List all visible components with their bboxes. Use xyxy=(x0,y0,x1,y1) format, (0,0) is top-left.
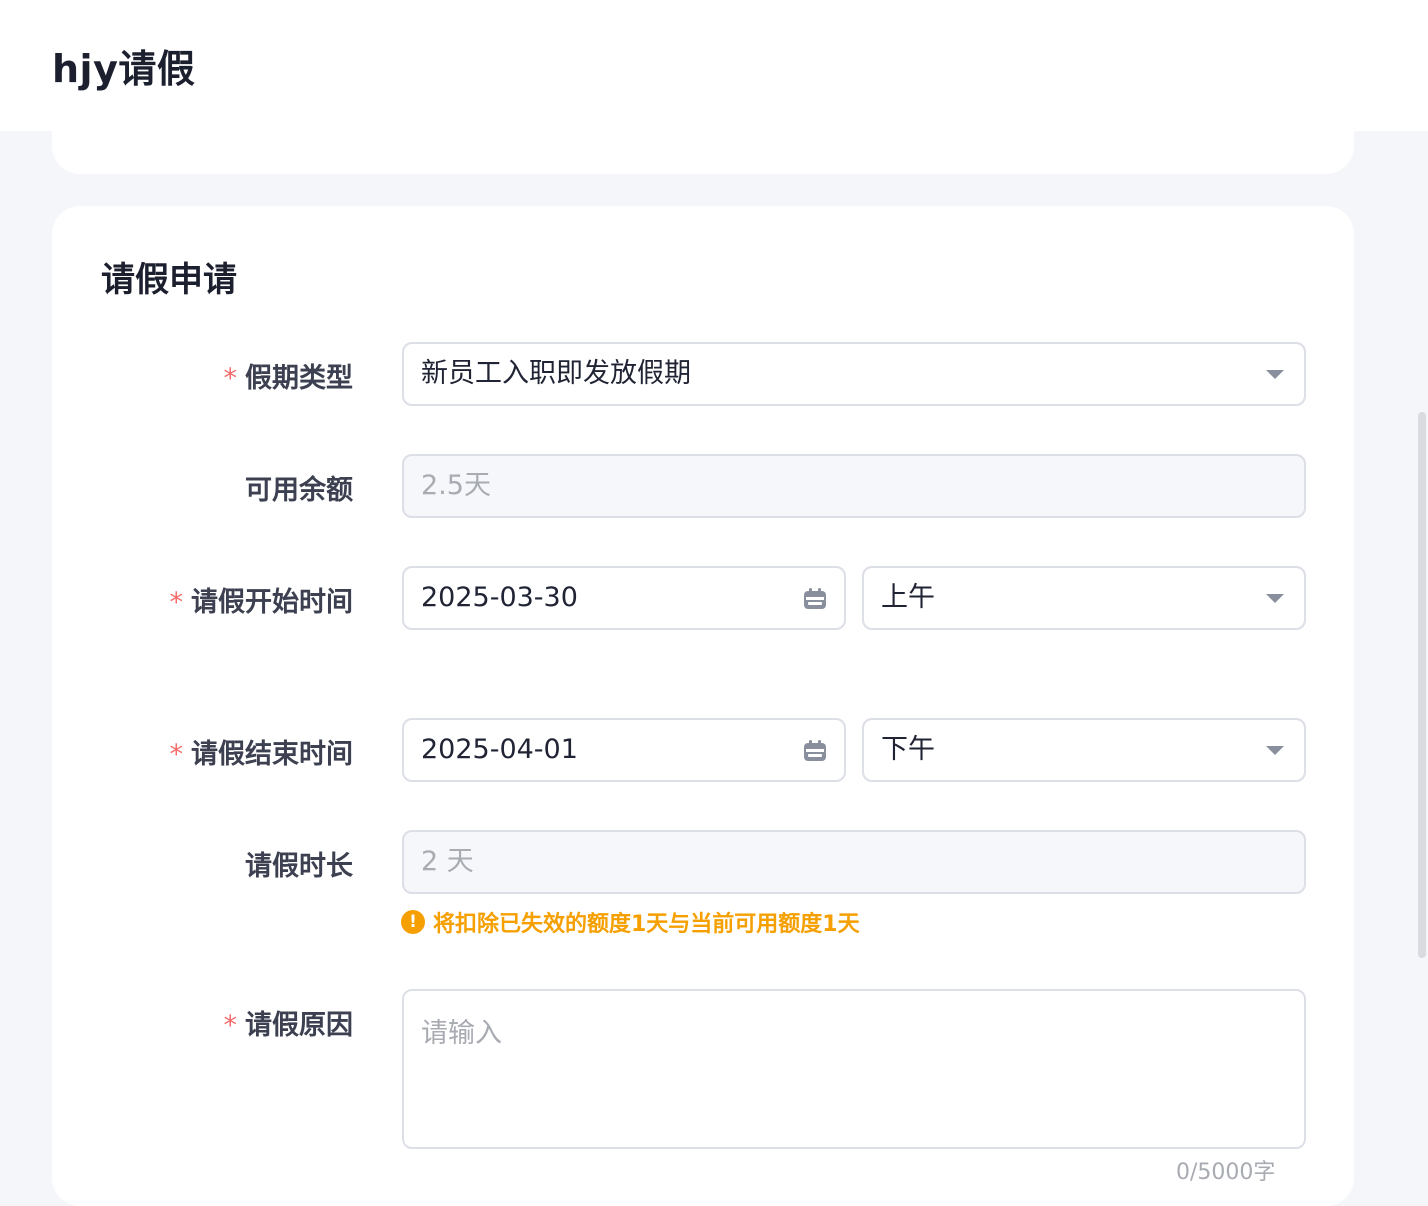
top-card xyxy=(52,100,1354,174)
start-period-select[interactable]: 上午 xyxy=(862,566,1306,630)
form-title: 请假申请 xyxy=(101,260,237,300)
reason-textarea[interactable]: 请输入 xyxy=(402,989,1306,1149)
calendar-icon xyxy=(804,588,826,609)
chevron-down-icon xyxy=(1266,370,1284,379)
start-date-picker[interactable]: 2025-03-30 xyxy=(402,566,846,630)
duration-label: 请假时长 xyxy=(245,851,353,882)
duration-value: 2 天 xyxy=(421,846,474,877)
reason-label: * 请假原因 xyxy=(223,1010,354,1041)
required-mark: * xyxy=(223,363,238,394)
calendar-icon xyxy=(804,740,826,761)
required-mark: * xyxy=(169,739,184,770)
end-time-label: * 请假结束时间 xyxy=(169,739,354,770)
scrollbar[interactable] xyxy=(1418,412,1426,958)
balance-label: 可用余额 xyxy=(245,475,353,506)
chevron-down-icon xyxy=(1266,594,1284,603)
duration-field: 2 天 xyxy=(402,830,1306,894)
end-period-value: 下午 xyxy=(881,734,935,765)
balance-value: 2.5天 xyxy=(421,470,491,501)
start-time-label: * 请假开始时间 xyxy=(169,587,354,618)
chevron-down-icon xyxy=(1266,746,1284,755)
hint-text: 将扣除已失效的额度1天与当前可用额度1天 xyxy=(433,912,860,937)
end-date-picker[interactable]: 2025-04-01 xyxy=(402,718,846,782)
start-date-value: 2025-03-30 xyxy=(421,582,578,613)
required-mark: * xyxy=(169,587,184,618)
required-mark: * xyxy=(223,1010,238,1041)
start-period-value: 上午 xyxy=(881,582,935,613)
leave-type-select[interactable]: 新员工入职即发放假期 xyxy=(402,342,1306,406)
reason-placeholder: 请输入 xyxy=(421,1018,502,1049)
app-title: hjy请假 xyxy=(52,47,196,91)
warning-icon: ! xyxy=(401,910,425,934)
char-counter: 0/5000字 xyxy=(1176,1160,1276,1185)
leave-type-label: * 假期类型 xyxy=(223,363,354,394)
deduction-hint: ! 将扣除已失效的额度1天与当前可用额度1天 xyxy=(401,906,860,938)
balance-field: 2.5天 xyxy=(402,454,1306,518)
leave-type-value: 新员工入职即发放假期 xyxy=(421,358,691,389)
end-date-value: 2025-04-01 xyxy=(421,734,578,765)
end-period-select[interactable]: 下午 xyxy=(862,718,1306,782)
